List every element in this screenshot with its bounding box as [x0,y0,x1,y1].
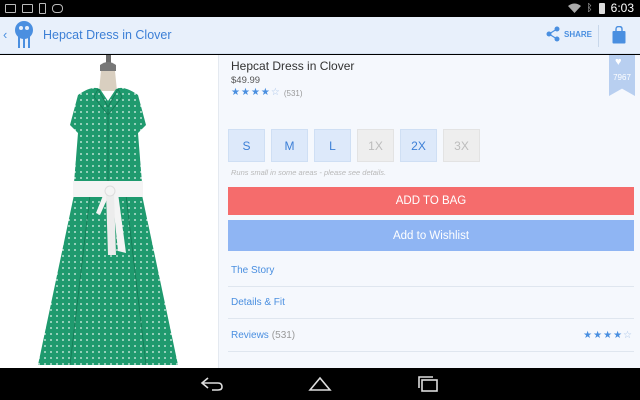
rating-count: (531) [283,88,303,98]
back-icon[interactable] [200,376,224,392]
star-icon: ★ [583,330,593,341]
star-icon: ★ [260,87,270,98]
share-label: SHARE [564,29,593,39]
size-option-1x: 1X [357,129,394,162]
favorite-count: 7967 [613,73,631,82]
image-icon [5,4,16,13]
dress-image [38,55,178,366]
product-rating[interactable]: ★ ★ ★ ★ ☆ (531) [231,88,303,98]
reviews-rating: ★ ★ ★ ★ ☆ [583,331,632,341]
section-the-story[interactable]: The Story [228,255,634,287]
gamepad-icon [52,4,63,13]
star-icon: ★ [231,87,240,98]
size-option-s[interactable]: S [228,129,265,162]
status-bar: ᛒ 6:03 [0,0,640,17]
action-bar: ‹ Hepcat Dress in Clover SHARE [0,17,640,54]
shopping-bag-icon[interactable] [612,26,626,44]
size-option-3x: 3X [443,129,480,162]
heart-icon[interactable]: ♥ [615,56,622,68]
action-divider [598,25,599,47]
page-title: Hepcat Dress in Clover [43,28,172,42]
size-option-2x[interactable]: 2X [400,129,437,162]
system-icons: ᛒ 6:03 [567,1,634,15]
section-details-fit[interactable]: Details & Fit [228,287,634,319]
product-price: $49.99 [231,75,261,86]
product-image[interactable] [0,55,218,368]
battery-icon [598,2,605,14]
section-label: Details & Fit [231,297,285,308]
share-icon [546,26,560,42]
app-logo-icon[interactable] [12,20,36,50]
star-empty-icon: ☆ [623,330,632,341]
size-option-l[interactable]: L [314,129,351,162]
reviews-count: (531) [271,330,296,341]
bluetooth-icon: ᛒ [586,2,593,14]
share-button[interactable]: SHARE [545,26,592,42]
size-option-m[interactable]: M [271,129,308,162]
notification-icons [5,3,63,14]
size-note: Runs small in some areas - please see de… [231,168,387,177]
add-to-bag-button[interactable]: ADD TO BAG [228,187,634,215]
gmail-icon [22,4,33,13]
section-reviews[interactable]: Reviews (531) ★ ★ ★ ★ ☆ [228,320,634,352]
section-label: The Story [231,265,275,276]
product-details: Hepcat Dress in Clover $49.99 ★ ★ ★ ★ ☆ … [219,55,640,368]
wifi-icon [567,3,581,13]
section-label: Reviews [231,330,269,341]
star-icon: ★ [603,330,613,341]
star-icon: ★ [613,330,623,341]
product-name: Hepcat Dress in Clover [231,59,355,73]
star-icon: ★ [240,87,250,98]
phone-icon [39,3,46,14]
add-to-wishlist-button[interactable]: Add to Wishlist [228,220,634,251]
size-selector: S M L 1X 2X 3X [228,129,480,162]
home-icon[interactable] [308,376,332,392]
star-empty-icon: ☆ [270,87,280,98]
star-icon: ★ [250,87,260,98]
up-caret-icon[interactable]: ‹ [3,27,7,42]
star-icon: ★ [593,330,603,341]
clock: 6:03 [610,1,634,15]
navigation-bar [0,368,640,400]
recent-apps-icon[interactable] [416,376,440,392]
